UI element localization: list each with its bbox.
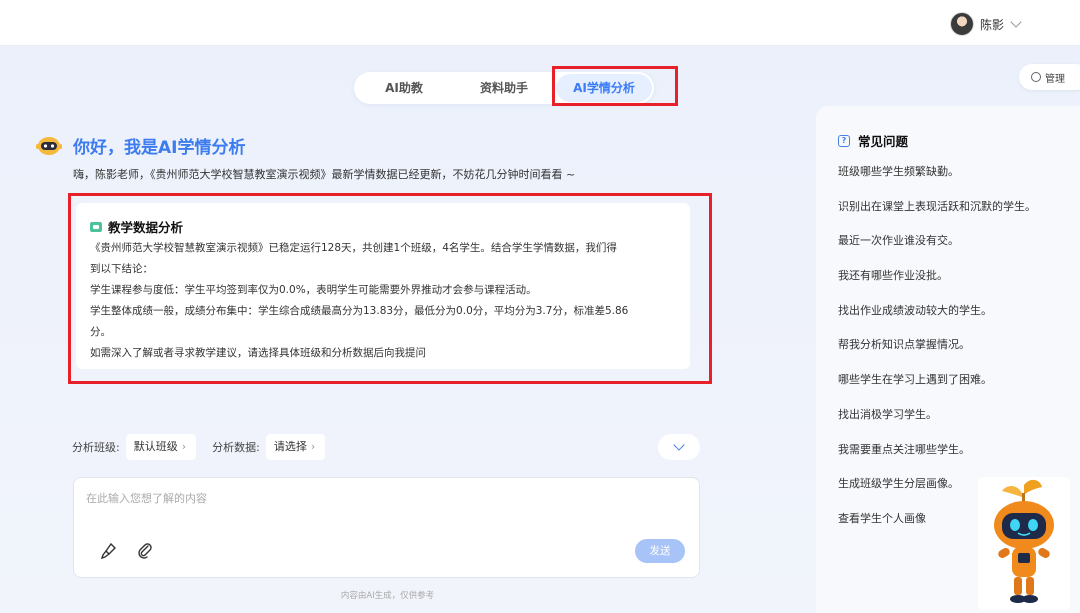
ai-disclaimer: 内容由AI生成，仅供参考 [340, 591, 435, 601]
data-select[interactable]: 请选择 › [265, 434, 326, 460]
brush-icon[interactable] [100, 542, 118, 560]
data-select-label: 分析数据: [212, 441, 260, 454]
user-name[interactable]: 陈影 [980, 16, 1004, 33]
class-select-value: 默认班级 [133, 440, 178, 453]
chevron-right-icon: › [310, 440, 316, 453]
top-bar: 陈影 [0, 0, 1080, 46]
faq-item[interactable]: 帮我分析知识点掌握情况。 [838, 337, 1080, 372]
faq-item[interactable]: 哪些学生在学习上遇到了困难。 [838, 372, 1080, 407]
analysis-line: 到以下结论： [90, 263, 153, 275]
tab-material-assistant[interactable]: 资料助手 [456, 74, 552, 102]
chat-input-box: 发送 [73, 477, 700, 578]
greeting-subtitle: 嗨，陈影老师，《贵州师范大学校智慧教室演示视频》最新学情数据已经更新，不妨花几分… [73, 168, 576, 181]
user-menu[interactable]: 陈影 [949, 12, 1022, 36]
data-select-value: 请选择 [273, 440, 307, 453]
gear-icon [1031, 72, 1041, 82]
tab-ai-learning-analysis[interactable]: AI学情分析 [556, 74, 652, 102]
tab-ai-assistant[interactable]: AI助教 [356, 74, 452, 102]
send-button[interactable]: 发送 [635, 539, 685, 563]
analysis-line: 分。 [90, 326, 111, 338]
analysis-card: 教学数据分析 《贵州师范大学校智慧教室演示视频》已稳定运行128天，共创建1个班… [76, 203, 690, 369]
faq-item[interactable]: 最近一次作业谁没有交。 [838, 233, 1080, 268]
avatar[interactable] [949, 12, 974, 36]
chevron-down-icon [673, 439, 685, 451]
chart-card-icon [90, 221, 102, 232]
robot-mascot-icon [978, 477, 1070, 610]
manage-button[interactable]: 管理 [1019, 64, 1080, 90]
manage-label: 管理 [1045, 73, 1065, 85]
chevron-down-icon[interactable] [1010, 16, 1022, 28]
analysis-line: 学生整体成绩一般，成绩分布集中：学生综合成绩最高分为13.83分，最低分为0.0… [90, 305, 629, 317]
mode-tabs: AI助教 资料助手 AI学情分析 [354, 72, 654, 104]
faq-title: 常见问题 [858, 134, 909, 149]
bot-icon [36, 137, 62, 155]
analysis-title: 教学数据分析 [108, 220, 184, 235]
faq-item[interactable]: 找出消极学习学生。 [838, 407, 1080, 442]
faq-item[interactable]: 我需要重点关注哪些学生。 [838, 442, 1080, 477]
analysis-selectors: 分析班级: 默认班级 › 分析数据: 请选择 › [72, 434, 341, 460]
analysis-line: 《贵州师范大学校智慧教室演示视频》已稳定运行128天，共创建1个班级，4名学生。… [90, 242, 617, 254]
faq-item[interactable]: 找出作业成绩波动较大的学生。 [838, 303, 1080, 338]
chat-input[interactable] [86, 490, 686, 530]
greeting-title: 你好，我是AI学情分析 [73, 138, 246, 158]
faq-item[interactable]: 我还有哪些作业没批。 [838, 268, 1080, 303]
class-select-label: 分析班级: [72, 441, 120, 454]
chevron-right-icon: › [181, 440, 187, 453]
analysis-line: 学生课程参与度低：学生平均签到率仅为0.0%，表明学生可能需要外界推动才会参与课… [90, 284, 537, 296]
faq-item[interactable]: 班级哪些学生频繁缺勤。 [838, 164, 1080, 199]
analysis-line: 如需深入了解或者寻求教学建议，请选择具体班级和分析数据后向我提问 [90, 347, 426, 359]
paperclip-icon[interactable] [136, 542, 154, 560]
class-select[interactable]: 默认班级 › [125, 434, 197, 460]
question-icon: ? [838, 134, 850, 147]
faq-item[interactable]: 识别出在课堂上表现活跃和沉默的学生。 [838, 199, 1080, 234]
collapse-button[interactable] [658, 434, 700, 460]
